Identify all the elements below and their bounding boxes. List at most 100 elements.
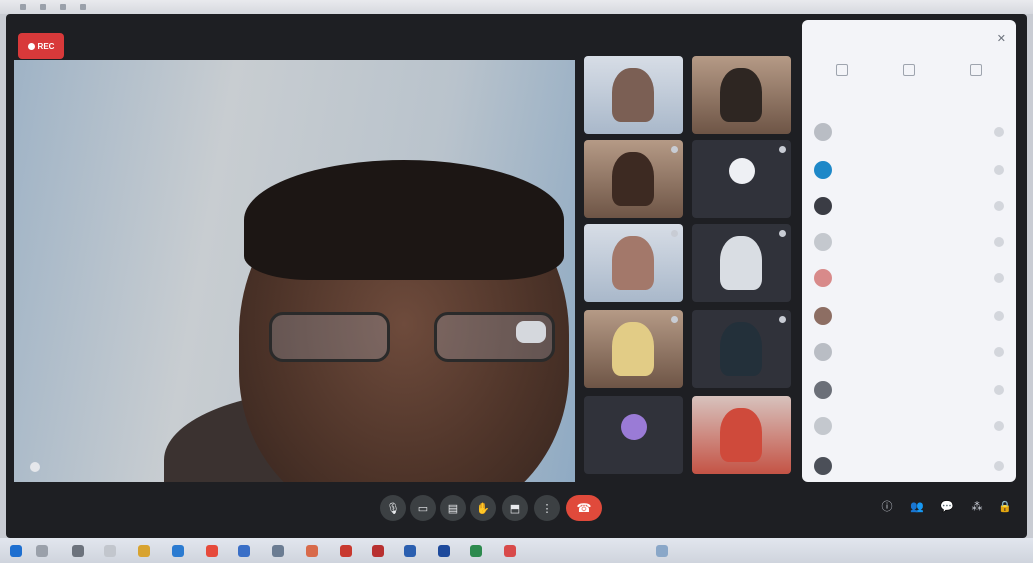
avatar xyxy=(814,161,832,179)
participant-list-item[interactable] xyxy=(814,232,1004,252)
pin-icon[interactable] xyxy=(779,230,786,237)
avatar xyxy=(814,381,832,399)
panel-tab-3[interactable] xyxy=(948,64,1004,84)
participant-avatar xyxy=(621,414,647,440)
avatar xyxy=(814,233,832,251)
participant-tile-8[interactable] xyxy=(692,310,791,388)
taskbar-app-icon[interactable] xyxy=(504,545,516,557)
participant-tile-9[interactable] xyxy=(584,396,683,474)
search-icon[interactable] xyxy=(36,545,48,557)
pin-icon[interactable] xyxy=(671,146,678,153)
participant-video xyxy=(612,236,654,290)
taskbar-app-icon[interactable] xyxy=(372,545,384,557)
mic-icon[interactable] xyxy=(994,385,1004,395)
participant-list-item[interactable] xyxy=(814,456,1004,476)
participant-tile-3[interactable] xyxy=(584,140,683,218)
participant-tile-6[interactable] xyxy=(692,224,791,302)
participant-video xyxy=(612,68,654,122)
avatar xyxy=(814,457,832,475)
captions-button[interactable]: ▤ xyxy=(440,495,466,521)
participant-video xyxy=(720,236,762,290)
camera-toggle-button[interactable]: ▭ xyxy=(410,495,436,521)
participant-tile-4[interactable] xyxy=(692,140,791,218)
participant-avatar xyxy=(729,158,755,184)
mic-icon[interactable] xyxy=(994,461,1004,471)
participant-list-item[interactable] xyxy=(814,306,1004,326)
present-screen-button[interactable]: ⬒ xyxy=(502,495,528,521)
panel-tab-1[interactable] xyxy=(814,64,870,84)
word-icon[interactable] xyxy=(404,545,416,557)
mic-icon[interactable] xyxy=(994,421,1004,431)
taskbar-app-icon[interactable] xyxy=(206,545,218,557)
participant-video xyxy=(720,68,762,122)
glasses-right-lens xyxy=(434,312,555,362)
people-icon[interactable]: 👥 xyxy=(910,499,924,513)
mic-icon[interactable] xyxy=(994,165,1004,175)
more-options-button[interactable]: ⋮ xyxy=(534,495,560,521)
pin-icon[interactable] xyxy=(779,316,786,323)
participant-tile-1[interactable] xyxy=(584,56,683,134)
file-explorer-icon[interactable] xyxy=(138,545,150,557)
taskbar-app-icon[interactable] xyxy=(306,545,318,557)
browser-bar xyxy=(0,0,1033,14)
edge-icon[interactable] xyxy=(172,545,184,557)
mic-icon[interactable] xyxy=(994,237,1004,247)
mic-icon[interactable] xyxy=(994,127,1004,137)
participant-list-item[interactable] xyxy=(814,196,1004,216)
recording-label: REC xyxy=(37,41,55,51)
close-icon[interactable]: ✕ xyxy=(997,32,1006,45)
participant-list-item[interactable] xyxy=(814,160,1004,180)
avatar xyxy=(814,269,832,287)
participant-tile-7[interactable] xyxy=(584,310,683,388)
glasses-left-lens xyxy=(269,312,390,362)
mic-icon[interactable] xyxy=(994,273,1004,283)
pin-icon[interactable] xyxy=(671,316,678,323)
home-icon[interactable] xyxy=(80,4,86,10)
browser-bar-icons xyxy=(20,4,86,10)
participant-video xyxy=(720,408,762,462)
start-icon[interactable] xyxy=(10,545,22,557)
participant-list-item[interactable] xyxy=(814,380,1004,400)
main-speaker-video[interactable] xyxy=(14,60,575,482)
chat-icon[interactable]: 💬 xyxy=(940,499,954,513)
mic-icon[interactable] xyxy=(994,201,1004,211)
pin-icon[interactable] xyxy=(779,146,786,153)
mic-icon[interactable] xyxy=(994,311,1004,321)
participant-video xyxy=(612,152,654,206)
participant-list-item[interactable] xyxy=(814,342,1004,362)
raise-hand-button[interactable]: ✋ xyxy=(470,495,496,521)
reload-icon[interactable] xyxy=(60,4,66,10)
taskbar-app-icon[interactable] xyxy=(238,545,250,557)
back-icon[interactable] xyxy=(20,4,26,10)
tray-icon[interactable] xyxy=(656,545,668,557)
excel-icon[interactable] xyxy=(470,545,482,557)
taskbar-app-icon[interactable] xyxy=(104,545,116,557)
participant-list-item[interactable] xyxy=(814,122,1004,142)
record-icon xyxy=(27,42,35,50)
participant-list-item[interactable] xyxy=(814,268,1004,288)
host-controls-icon[interactable]: 🔒 xyxy=(998,499,1012,513)
taskbar-app-icon[interactable] xyxy=(340,545,352,557)
os-taskbar xyxy=(0,538,1033,563)
forward-icon[interactable] xyxy=(40,4,46,10)
recording-badge: REC xyxy=(18,33,64,59)
avatar xyxy=(814,343,832,361)
task-view-icon[interactable] xyxy=(72,545,84,557)
info-icon[interactable]: ⓘ xyxy=(880,499,894,513)
taskbar-app-icon[interactable] xyxy=(272,545,284,557)
participant-tile-2[interactable] xyxy=(692,56,791,134)
mute-all-icon xyxy=(903,64,915,76)
mic-toggle-button[interactable]: 🎙 xyxy=(380,495,406,521)
panel-tab-2[interactable] xyxy=(881,64,937,84)
avatar xyxy=(814,123,832,141)
end-call-button[interactable]: ☎ xyxy=(566,495,602,521)
speaker-mic-icon xyxy=(30,462,40,472)
mic-icon[interactable] xyxy=(994,347,1004,357)
participant-tile-5[interactable] xyxy=(584,224,683,302)
taskbar-app-icon[interactable] xyxy=(438,545,450,557)
participant-tile-10[interactable] xyxy=(692,396,791,474)
participant-list-item[interactable] xyxy=(814,416,1004,436)
panel-tabs xyxy=(814,64,1004,84)
activities-icon[interactable]: ⁂ xyxy=(970,499,984,513)
pin-icon[interactable] xyxy=(671,230,678,237)
